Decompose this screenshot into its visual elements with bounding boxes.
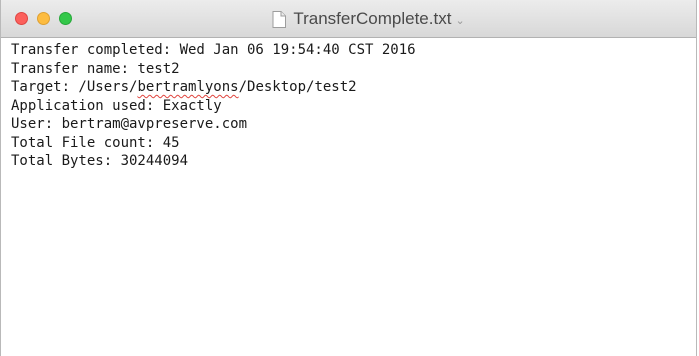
text-line-transfer-completed: Transfer completed: Wed Jan 06 19:54:40 …: [11, 42, 416, 58]
text-line-user: User: bertram@avpreserve.com: [11, 116, 248, 132]
title-bar[interactable]: TransferComplete.txt ⌄: [1, 0, 696, 38]
close-button[interactable]: [15, 12, 28, 25]
minimize-button[interactable]: [37, 12, 50, 25]
text-document-area[interactable]: Transfer completed: Wed Jan 06 19:54:40 …: [1, 38, 696, 356]
target-prefix: Target: /Users/: [11, 79, 138, 95]
text-line-target: Target: /Users/bertramlyons/Desktop/test…: [11, 78, 696, 97]
zoom-button[interactable]: [59, 12, 72, 25]
text-line-total-bytes: Total Bytes: 30244094: [11, 153, 189, 169]
text-line-transfer-name: Transfer name: test2: [11, 60, 180, 77]
window-title: TransferComplete.txt: [293, 9, 452, 28]
target-suffix: /Desktop/test2: [238, 79, 357, 95]
document-icon: [272, 10, 287, 28]
title-area: TransferComplete.txt ⌄: [1, 0, 696, 38]
text-editor-window: TransferComplete.txt ⌄ Transfer complete…: [0, 0, 697, 356]
text-line-file-count: Total File count: 45: [11, 134, 180, 151]
text-line-application: Application used: Exactly: [11, 97, 222, 114]
chevron-down-icon[interactable]: ⌄: [455, 14, 464, 27]
document-title-menu[interactable]: TransferComplete.txt ⌄: [232, 9, 465, 29]
misspelled-word[interactable]: bertramlyons: [137, 79, 238, 95]
